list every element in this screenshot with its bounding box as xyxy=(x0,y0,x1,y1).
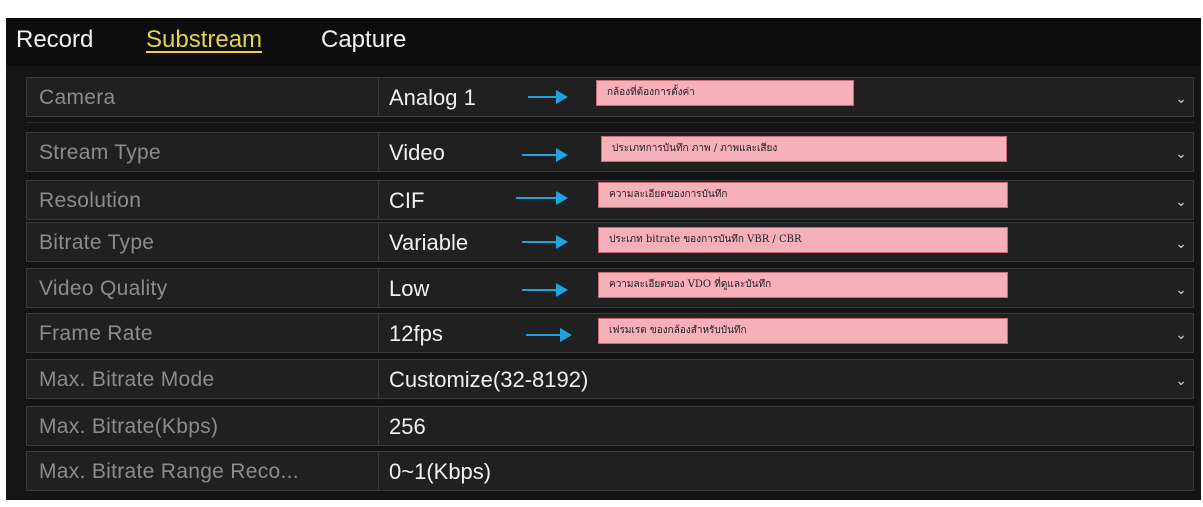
chevron-down-icon[interactable]: ⌄ xyxy=(1175,78,1187,118)
annotation-note-stream-type: ประเภทการบันทึก ภาพ / ภาพและเสียง xyxy=(601,136,1007,162)
chevron-down-icon[interactable]: ⌄ xyxy=(1175,269,1187,309)
stream-type-value: Video xyxy=(389,140,445,165)
tab-record[interactable]: Record xyxy=(16,26,93,54)
video-quality-value: Low xyxy=(389,276,430,301)
tab-capture[interactable]: Capture xyxy=(321,26,406,54)
bitrate-type-label: Bitrate Type xyxy=(27,223,379,261)
camera-label: Camera xyxy=(27,78,379,116)
bitrate-type-value: Variable xyxy=(389,230,469,255)
max-bitrate-mode-select[interactable]: Max. Bitrate Mode Customize(32-8192) ⌄ xyxy=(26,359,1194,399)
chevron-down-icon[interactable]: ⌄ xyxy=(1175,223,1187,263)
video-quality-label: Video Quality xyxy=(27,269,379,307)
frame-rate-value: 12fps xyxy=(389,321,443,346)
arrow-right-icon xyxy=(528,90,568,104)
tab-bar: Record Substream Capture xyxy=(6,18,1201,66)
divider xyxy=(26,122,1194,123)
annotation-note-resolution: ความละเอียดของการบันทึก xyxy=(598,182,1008,208)
chevron-down-icon[interactable]: ⌄ xyxy=(1175,133,1187,173)
max-bitrate-range-label: Max. Bitrate Range Reco... xyxy=(27,452,379,490)
max-bitrate-value[interactable]: 256 xyxy=(389,407,426,445)
annotation-note-bitrate-type: ประเภท bitrate ของการบันทึก VBR / CBR xyxy=(598,227,1008,253)
chevron-down-icon[interactable]: ⌄ xyxy=(1175,181,1187,221)
resolution-value: CIF xyxy=(389,188,425,213)
arrow-right-icon xyxy=(522,235,568,249)
arrow-right-icon xyxy=(516,191,568,205)
chevron-down-icon[interactable]: ⌄ xyxy=(1175,314,1187,354)
annotation-note-camera: กล้องที่ต้องการตั้งค่า xyxy=(596,80,854,106)
arrow-right-icon xyxy=(526,328,572,342)
max-bitrate-field[interactable]: Max. Bitrate(Kbps) 256 xyxy=(26,406,1194,446)
arrow-right-icon xyxy=(522,148,568,162)
tab-substream[interactable]: Substream xyxy=(146,26,262,54)
frame-rate-label: Frame Rate xyxy=(27,314,379,352)
resolution-label: Resolution xyxy=(27,181,379,219)
annotation-note-frame-rate: เฟรมเรต ของกล้องสำหรับบันทึก xyxy=(598,318,1008,344)
stream-type-label: Stream Type xyxy=(27,133,379,171)
chevron-down-icon[interactable]: ⌄ xyxy=(1175,360,1187,400)
arrow-right-icon xyxy=(522,283,568,297)
annotation-note-video-quality: ความละเอียดของ VDO ที่ดูและบันทึก xyxy=(598,272,1008,298)
max-bitrate-range-field: Max. Bitrate Range Reco... 0~1(Kbps) xyxy=(26,451,1194,491)
max-bitrate-mode-value: Customize(32-8192) xyxy=(389,367,589,392)
max-bitrate-mode-label: Max. Bitrate Mode xyxy=(27,360,379,398)
max-bitrate-range-value: 0~1(Kbps) xyxy=(389,459,492,484)
max-bitrate-label: Max. Bitrate(Kbps) xyxy=(27,407,379,445)
camera-value: Analog 1 xyxy=(389,85,476,110)
